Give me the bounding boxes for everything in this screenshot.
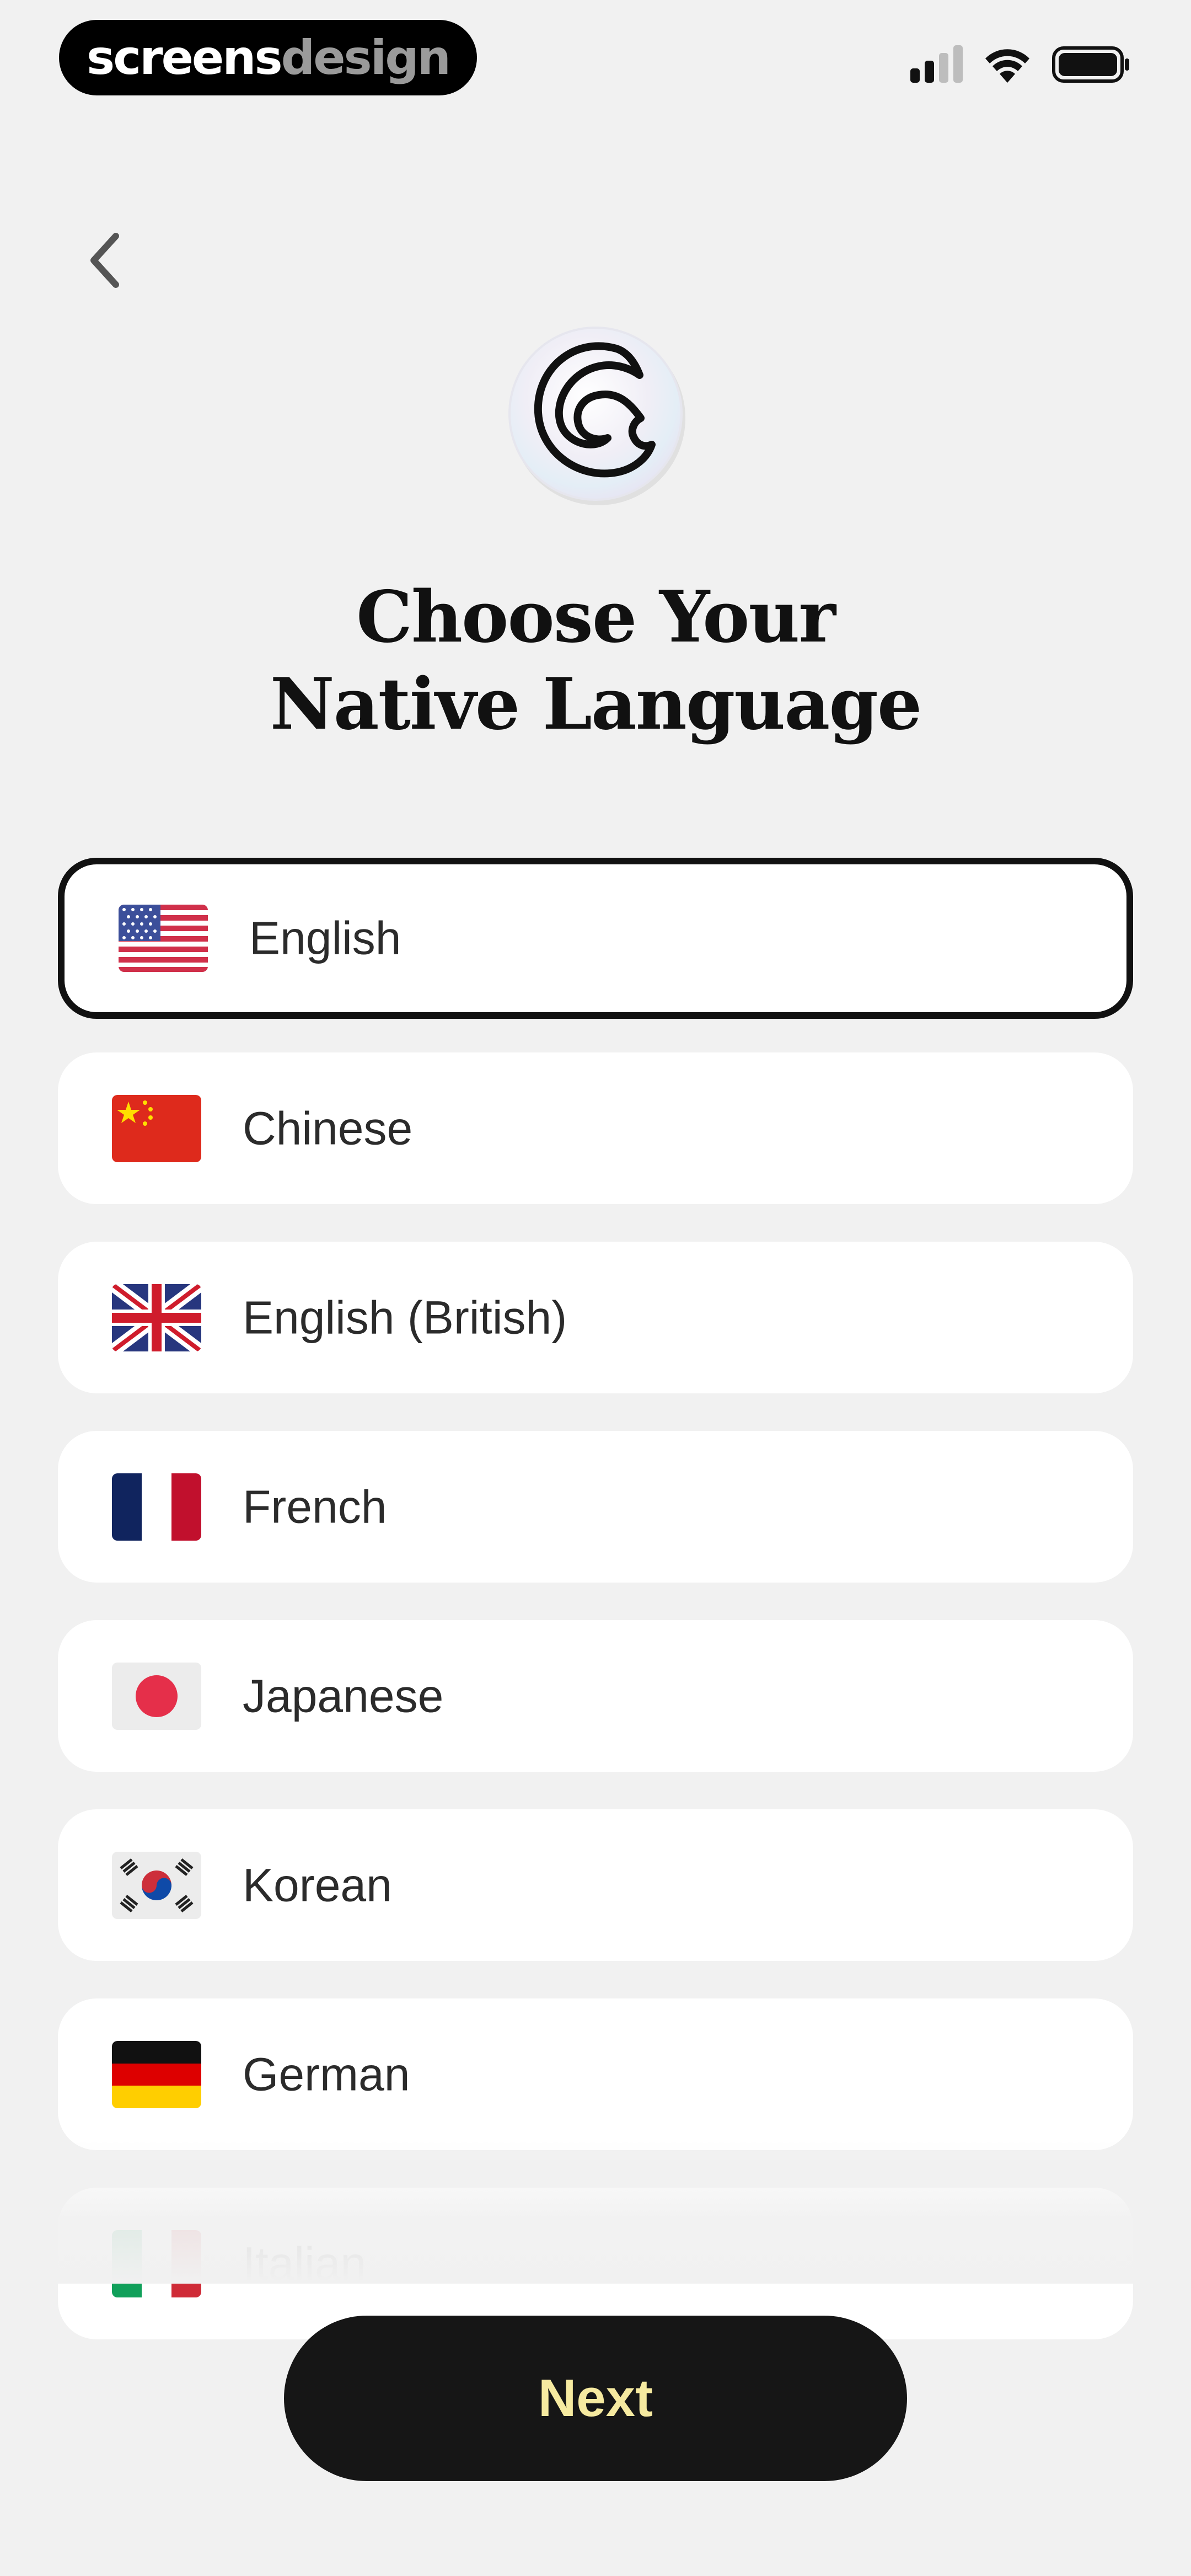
wifi-icon [985, 49, 1029, 83]
back-button[interactable] [80, 227, 130, 293]
status-icons [910, 45, 1130, 83]
screen: screens design Choose Your Native Langua… [0, 0, 1191, 2576]
language-option-german[interactable]: German [58, 1998, 1133, 2150]
language-label: English [249, 912, 401, 964]
brand-text-part1: screens [87, 30, 283, 85]
brand-text-part2: design [281, 30, 451, 85]
language-label: German [243, 2048, 410, 2100]
cellular-signal-icon [910, 45, 963, 83]
language-label: Chinese [243, 1102, 413, 1154]
wave-logo-icon [508, 327, 685, 505]
language-label: French [243, 1481, 387, 1532]
flag-it-icon [112, 2230, 201, 2297]
language-option-japanese[interactable]: Japanese [58, 1620, 1133, 1772]
language-label: Korean [243, 1859, 392, 1911]
flag-cn-icon [112, 1094, 201, 1162]
battery-icon [1052, 46, 1129, 83]
chevron-left-icon [90, 233, 119, 288]
flag-fr-icon [112, 1473, 201, 1541]
language-option-french[interactable]: French [58, 1431, 1133, 1583]
brand-badge: screens design [59, 20, 477, 95]
language-option-korean[interactable]: Korean [58, 1809, 1133, 1961]
language-option-english[interactable]: English [58, 858, 1133, 1019]
page-title: Choose Your Native Language [0, 574, 1191, 748]
language-label: Japanese [243, 1670, 444, 1722]
flag-gb-icon [112, 1284, 201, 1351]
flag-us-icon [119, 905, 208, 972]
flag-kr-icon [112, 1851, 201, 1919]
title-line-1: Choose Your [356, 576, 836, 659]
flag-de-icon [112, 2040, 201, 2108]
flag-jp-icon [112, 1662, 201, 1730]
language-option-chinese[interactable]: Chinese [58, 1052, 1133, 1204]
language-label: English (British) [243, 1291, 567, 1343]
title-line-2: Native Language [270, 663, 922, 746]
language-option-english-british[interactable]: English (British) [58, 1242, 1133, 1393]
language-label: Italian [243, 2237, 367, 2289]
next-button[interactable]: Next [284, 2316, 907, 2481]
